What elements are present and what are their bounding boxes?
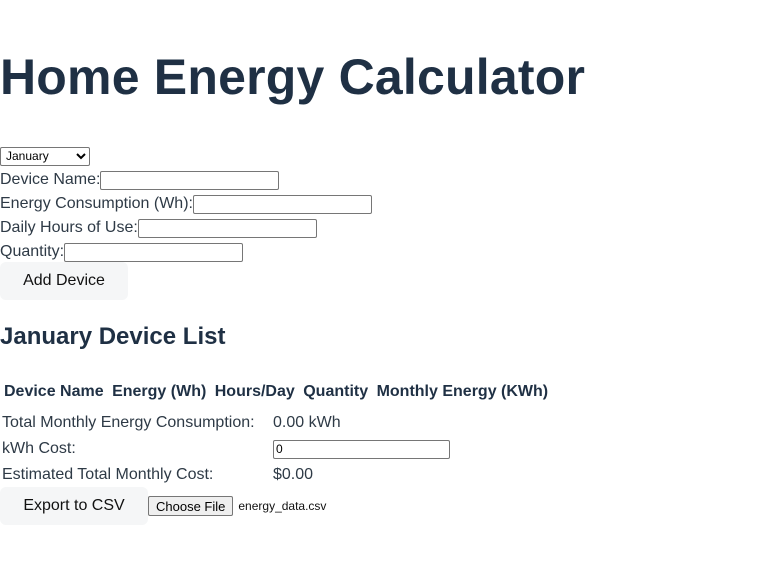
quantity-label: Quantity: xyxy=(0,243,65,260)
total-energy-value: 0.00 kWh xyxy=(273,414,341,431)
kwh-cost-input[interactable] xyxy=(273,439,450,459)
estimated-cost-row: Estimated Total Monthly Cost: $0.00 xyxy=(2,462,450,488)
month-select[interactable]: January xyxy=(0,146,90,166)
device-form: January Device Name: Energy Consumption … xyxy=(0,144,372,264)
quantity-input[interactable] xyxy=(64,242,244,262)
total-energy-row: Total Monthly Energy Consumption: 0.00 k… xyxy=(2,410,450,436)
daily-hours-label: Daily Hours of Use: xyxy=(0,219,138,236)
column-monthly-energy: Monthly Energy (KWh) xyxy=(376,383,549,400)
add-device-button[interactable]: Add Device xyxy=(0,262,128,300)
device-name-input[interactable] xyxy=(100,170,280,190)
month-row: January xyxy=(0,144,372,168)
file-input[interactable]: Choose File energy_data.csv xyxy=(148,496,326,516)
column-quantity: Quantity xyxy=(303,383,369,400)
quantity-row: Quantity: xyxy=(0,240,372,264)
export-csv-button[interactable]: Export to CSV xyxy=(0,487,148,525)
daily-hours-input[interactable] xyxy=(137,218,317,238)
device-list-heading: January Device List xyxy=(0,323,226,350)
energy-consumption-input[interactable] xyxy=(192,194,372,214)
energy-consumption-label: Energy Consumption (Wh): xyxy=(0,195,193,212)
summary-table: Total Monthly Energy Consumption: 0.00 k… xyxy=(2,410,450,488)
estimated-cost-label: Estimated Total Monthly Cost: xyxy=(2,466,214,483)
total-energy-label: Total Monthly Energy Consumption: xyxy=(2,414,255,431)
energy-row: Energy Consumption (Wh): xyxy=(0,192,372,216)
device-name-row: Device Name: xyxy=(0,168,372,192)
file-name-label: energy_data.csv xyxy=(238,499,327,513)
column-hours-per-day: Hours/Day xyxy=(214,383,295,400)
estimated-cost-value: $0.00 xyxy=(273,466,314,483)
energy-calculator-page: Home Energy Calculator January Device Na… xyxy=(0,0,758,567)
column-device-name: Device Name xyxy=(4,383,104,400)
device-table-header: Device Name Energy (Wh) Hours/Day Quanti… xyxy=(4,383,552,401)
page-title: Home Energy Calculator xyxy=(0,49,586,105)
kwh-cost-row: kWh Cost: xyxy=(2,436,450,462)
device-name-label: Device Name: xyxy=(0,171,101,188)
kwh-cost-label: kWh Cost: xyxy=(2,440,76,457)
column-energy: Energy (Wh) xyxy=(112,383,207,400)
hours-row: Daily Hours of Use: xyxy=(0,216,372,240)
choose-file-button[interactable]: Choose File xyxy=(148,496,234,516)
